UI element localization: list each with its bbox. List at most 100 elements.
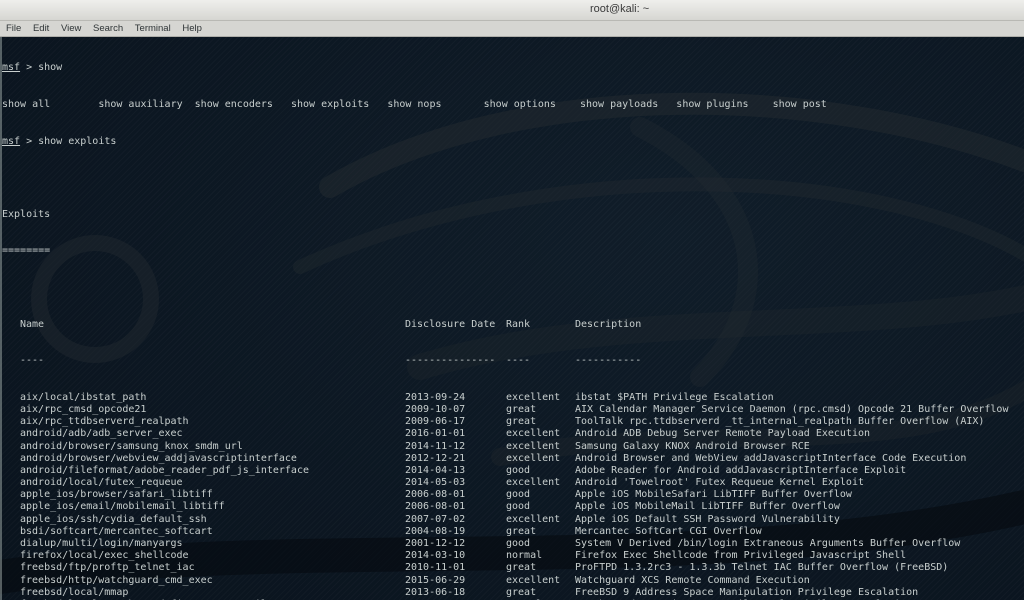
dashes-description: ----------- [575, 355, 641, 367]
exploit-table: aix/local/ibstat_path 2013-09-24 excelle… [2, 392, 1022, 600]
disclosure-date-cell: 2012-12-21 [405, 453, 465, 465]
window-title: root@kali: ~ [590, 3, 649, 15]
rank-cell: normal [506, 550, 542, 562]
disclosure-date-cell: 2014-11-12 [405, 441, 465, 453]
table-row: android/local/futex_requeue 2014-05-03 e… [2, 477, 1022, 489]
description-cell: Apple iOS MobileMail LibTIFF Buffer Over… [575, 501, 840, 513]
disclosure-date-cell: 2014-04-13 [405, 465, 465, 477]
module-name-cell: android/browser/webview_addjavascriptint… [20, 453, 297, 465]
prompt-line-show: msf > show [2, 62, 1022, 74]
rank-cell: great [506, 416, 536, 428]
module-name-cell: firefox/local/exec_shellcode [20, 550, 189, 562]
description-cell: Samsung Galaxy KNOX Android Browser RCE [575, 441, 810, 453]
table-row: freebsd/http/watchguard_cmd_exec 2015-06… [2, 575, 1022, 587]
section-underline: ======== [2, 245, 1022, 257]
table-row: firefox/local/exec_shellcode 2014-03-10 … [2, 550, 1022, 562]
table-row: freebsd/local/mmap 2013-06-18 great Free… [2, 587, 1022, 599]
header-description: Description [575, 319, 641, 331]
rank-cell: good [506, 489, 530, 501]
rank-cell: excellent [506, 477, 560, 489]
table-header-row: Name Disclosure Date Rank Description [2, 319, 1022, 331]
module-name-cell: apple_ios/email/mobilemail_libtiff [20, 501, 225, 513]
table-row: apple_ios/browser/safari_libtiff 2006-08… [2, 489, 1022, 501]
rank-cell: excellent [506, 575, 560, 587]
description-cell: ToolTalk rpc.ttdbserverd _tt_internal_re… [575, 416, 984, 428]
module-name-cell: android/adb/adb_server_exec [20, 428, 183, 440]
description-cell: Mercantec SoftCart CGI Overflow [575, 526, 762, 538]
module-name-cell: freebsd/local/mmap [20, 587, 128, 599]
table-row: apple_ios/ssh/cydia_default_ssh 2007-07-… [2, 514, 1022, 526]
rank-cell: excellent [506, 428, 560, 440]
menu-item-help[interactable]: Help [179, 21, 205, 34]
module-name-cell: aix/rpc_ttdbserverd_realpath [20, 416, 189, 428]
table-row: apple_ios/email/mobilemail_libtiff 2006-… [2, 501, 1022, 513]
disclosure-date-cell: 2006-08-01 [405, 489, 465, 501]
module-name-cell: bsdi/softcart/mercantec_softcart [20, 526, 213, 538]
header-name: Name [20, 319, 44, 331]
disclosure-date-cell: 2006-08-01 [405, 501, 465, 513]
table-row: aix/rpc_cmsd_opcode21 2009-10-07 great A… [2, 404, 1022, 416]
module-name-cell: dialup/multi/login/manyargs [20, 538, 183, 550]
description-cell: ibstat $PATH Privilege Escalation [575, 392, 774, 404]
terminal-output: msf > show show all show auxiliary show … [2, 38, 1022, 600]
module-name-cell: freebsd/http/watchguard_cmd_exec [20, 575, 213, 587]
description-cell: Android 'Towelroot' Futex Requeue Kernel… [575, 477, 864, 489]
terminal-window: { "window": { "title": "root@kali: ~" },… [0, 0, 1024, 600]
description-cell: Firefox Exec Shellcode from Privileged J… [575, 550, 906, 562]
menu-item-file[interactable]: File [3, 21, 24, 34]
disclosure-date-cell: 2001-12-12 [405, 538, 465, 550]
rank-cell: great [506, 562, 536, 574]
disclosure-date-cell: 2014-05-03 [405, 477, 465, 489]
command-show-exploits: > show exploits [20, 136, 116, 147]
module-name-cell: freebsd/ftp/proftp_telnet_iac [20, 562, 195, 574]
table-row: dialup/multi/login/manyargs 2001-12-12 g… [2, 538, 1022, 550]
dashes-rank: ---- [506, 355, 530, 367]
disclosure-date-cell: 2009-06-17 [405, 416, 465, 428]
disclosure-date-cell: 2013-06-18 [405, 587, 465, 599]
disclosure-date-cell: 2015-06-29 [405, 575, 465, 587]
window-titlebar[interactable]: root@kali: ~ [0, 0, 1024, 21]
menu-item-terminal[interactable]: Terminal [132, 21, 174, 34]
table-row: aix/rpc_ttdbserverd_realpath 2009-06-17 … [2, 416, 1022, 428]
rank-cell: excellent [506, 392, 560, 404]
disclosure-date-cell: 2009-10-07 [405, 404, 465, 416]
dashes-name: ---- [20, 355, 44, 367]
rank-cell: excellent [506, 453, 560, 465]
msf-prompt: msf [2, 136, 20, 147]
rank-cell: excellent [506, 441, 560, 453]
module-name-cell: apple_ios/ssh/cydia_default_ssh [20, 514, 207, 526]
description-cell: System V Derived /bin/login Extraneous A… [575, 538, 960, 550]
module-name-cell: apple_ios/browser/safari_libtiff [20, 489, 213, 501]
module-name-cell: aix/local/ibstat_path [20, 392, 146, 404]
disclosure-date-cell: 2013-09-24 [405, 392, 465, 404]
description-cell: FreeBSD 9 Address Space Manipulation Pri… [575, 587, 918, 599]
module-name-cell: android/fileformat/adobe_reader_pdf_js_i… [20, 465, 309, 477]
table-row: aix/local/ibstat_path 2013-09-24 excelle… [2, 392, 1022, 404]
completions-line: show all show auxiliary show encoders sh… [2, 99, 1022, 111]
disclosure-date-cell: 2016-01-01 [405, 428, 465, 440]
description-cell: Adobe Reader for Android addJavascriptIn… [575, 465, 906, 477]
msf-prompt: msf [2, 62, 20, 73]
module-name-cell: android/browser/samsung_knox_smdm_url [20, 441, 243, 453]
description-cell: Apple iOS Default SSH Password Vulnerabi… [575, 514, 840, 526]
rank-cell: good [506, 465, 530, 477]
header-disclosure-date: Disclosure Date [405, 319, 495, 331]
rank-cell: excellent [506, 514, 560, 526]
menu-item-view[interactable]: View [58, 21, 84, 34]
disclosure-date-cell: 2004-08-19 [405, 526, 465, 538]
header-rank: Rank [506, 319, 530, 331]
menu-item-search[interactable]: Search [90, 21, 126, 34]
table-row: android/browser/samsung_knox_smdm_url 20… [2, 441, 1022, 453]
rank-cell: great [506, 587, 536, 599]
menu-bar: File Edit View Search Terminal Help [0, 21, 1024, 37]
description-cell: Apple iOS MobileSafari LibTIFF Buffer Ov… [575, 489, 852, 501]
disclosure-date-cell: 2007-07-02 [405, 514, 465, 526]
table-header-dashes: ---- --------------- ---- ----------- [2, 355, 1022, 367]
terminal-screen[interactable]: msf > show show all show auxiliary show … [0, 37, 1024, 600]
menu-item-edit[interactable]: Edit [30, 21, 52, 34]
section-title: Exploits [2, 209, 1022, 221]
module-name-cell: aix/rpc_cmsd_opcode21 [20, 404, 146, 416]
table-row: bsdi/softcart/mercantec_softcart 2004-08… [2, 526, 1022, 538]
disclosure-date-cell: 2010-11-01 [405, 562, 465, 574]
rank-cell: good [506, 538, 530, 550]
